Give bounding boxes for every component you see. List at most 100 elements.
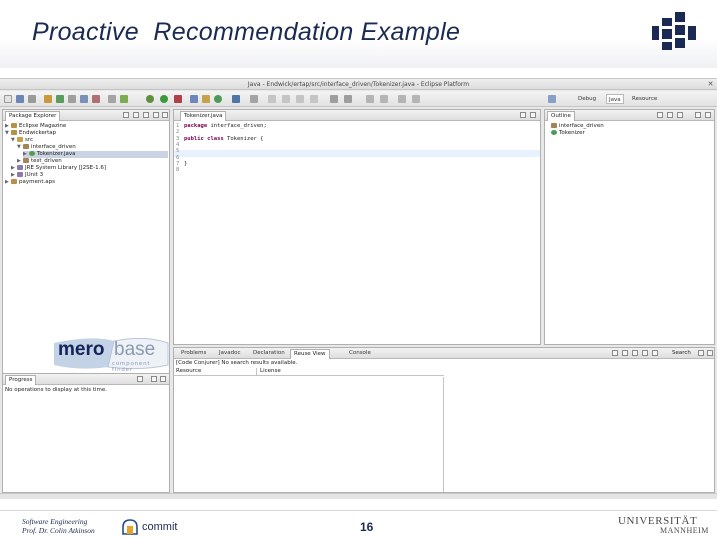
save-icon[interactable] — [16, 95, 24, 103]
tool-icon[interactable] — [642, 350, 648, 356]
code-line[interactable]: 5 — [176, 148, 184, 154]
tab-progress[interactable]: Progress — [5, 375, 37, 385]
hide-fields-icon[interactable] — [667, 112, 673, 118]
build-icon[interactable] — [44, 95, 52, 103]
main-toolbar: Debug Java Resource — [0, 91, 717, 107]
maximize-icon[interactable] — [162, 112, 168, 118]
tab-tokenizer-java[interactable]: Tokenizer.java — [180, 111, 227, 121]
tree-item[interactable]: ▶ test_driven — [17, 158, 62, 165]
tab-console[interactable]: Console — [346, 349, 374, 359]
results-table-body — [174, 377, 444, 492]
back-icon[interactable] — [330, 95, 338, 103]
tool-icon[interactable] — [92, 95, 100, 103]
bottom-tabbar: Problems Javadoc Declaration Reuse View … — [174, 348, 714, 359]
tab-package-explorer[interactable]: Package Explorer — [5, 111, 61, 121]
tool-icon[interactable] — [612, 350, 618, 356]
commit-logo: commit — [120, 517, 180, 537]
print-icon[interactable] — [28, 95, 36, 103]
tool-icon[interactable] — [310, 95, 318, 103]
column-resource[interactable]: Resource — [176, 368, 201, 374]
tool-icon[interactable] — [412, 95, 420, 103]
tool-icon[interactable] — [296, 95, 304, 103]
tree-item[interactable]: ▶ JRE System Library [J2SE-1.6] — [11, 165, 106, 172]
collapse-all-icon[interactable] — [123, 112, 129, 118]
maximize-icon[interactable] — [160, 376, 166, 382]
perspective-resource[interactable]: Resource — [630, 94, 659, 104]
link-editor-icon[interactable] — [133, 112, 139, 118]
refresh-icon[interactable] — [56, 95, 64, 103]
commit-logo-text: commit — [142, 521, 178, 533]
code-line[interactable]: 2 — [176, 129, 184, 135]
tab-outline[interactable]: Outline — [547, 111, 575, 121]
close-icon[interactable]: ✕ — [706, 80, 715, 88]
search-icon[interactable] — [250, 95, 258, 103]
tool-icon[interactable] — [380, 95, 388, 103]
minimize-icon[interactable] — [695, 112, 701, 118]
tab-javadoc[interactable]: Javadoc — [216, 349, 244, 359]
open-type-icon[interactable] — [232, 95, 240, 103]
tab-declaration[interactable]: Declaration — [250, 349, 288, 359]
column-license[interactable]: License — [260, 368, 281, 374]
code-line[interactable]: 3 public class Tokenizer { — [176, 136, 264, 142]
tool-icon[interactable] — [80, 95, 88, 103]
new-class-icon[interactable] — [214, 95, 222, 103]
eclipse-window: Java - Endwick/ertap/src/interface_drive… — [0, 78, 717, 499]
tree-item[interactable]: ▼ src — [11, 137, 33, 144]
tree-item[interactable]: ▶ Eclipse Magazine — [5, 123, 66, 130]
tree-item-selected[interactable]: ▶ Tokenizer.java — [23, 151, 168, 158]
tool-icon[interactable] — [268, 95, 276, 103]
view-menu-icon[interactable] — [143, 112, 149, 118]
tool-icon[interactable] — [366, 95, 374, 103]
tool-icon[interactable] — [108, 95, 116, 103]
open-perspective-icon[interactable] — [548, 95, 556, 103]
editor-tabbar: Tokenizer.java — [174, 110, 540, 121]
maximize-icon[interactable] — [707, 350, 713, 356]
status-bar — [0, 493, 717, 499]
outline-tabbar: Outline — [545, 110, 714, 121]
tree-item[interactable]: ▶ JUnit 3 — [11, 172, 43, 179]
remove-all-icon[interactable] — [137, 376, 143, 382]
tool-icon[interactable] — [652, 350, 658, 356]
minimize-icon[interactable] — [153, 112, 159, 118]
new-icon[interactable] — [4, 95, 12, 103]
minimize-icon[interactable] — [698, 350, 704, 356]
window-title: Java - Endwick/ertap/src/interface_drive… — [247, 81, 470, 88]
external-tools-icon[interactable] — [174, 95, 182, 103]
merobase-logo: mero base component finder — [52, 337, 170, 373]
code-line[interactable]: 1 package interface_driven; — [176, 123, 267, 129]
tree-item[interactable]: ▼ Endwickertap — [5, 130, 56, 137]
perspective-java[interactable]: Java — [606, 94, 624, 104]
tab-reuse-view[interactable]: Reuse View — [290, 349, 330, 359]
bottom-views-pane: Problems Javadoc Declaration Reuse View … — [173, 347, 715, 493]
outline-item[interactable]: interface_driven — [551, 123, 604, 130]
minimize-icon[interactable] — [520, 112, 526, 118]
maximize-icon[interactable] — [530, 112, 536, 118]
perspective-debug[interactable]: Debug — [576, 94, 598, 104]
new-package-icon[interactable] — [202, 95, 210, 103]
university-name-line-2: MANNHEIM — [660, 526, 709, 535]
tab-problems[interactable]: Problems — [178, 349, 209, 359]
run-icon[interactable] — [160, 95, 168, 103]
forward-icon[interactable] — [344, 95, 352, 103]
new-java-project-icon[interactable] — [190, 95, 198, 103]
tool-icon[interactable] — [68, 95, 76, 103]
maximize-icon[interactable] — [705, 112, 711, 118]
sort-icon[interactable] — [657, 112, 663, 118]
tree-item[interactable]: ▶ payment.aps — [5, 179, 55, 186]
hide-static-icon[interactable] — [677, 112, 683, 118]
tool-icon[interactable] — [622, 350, 628, 356]
outline-pane: Outline interface_driven Tokenizer — [544, 109, 715, 345]
search-button[interactable]: Search — [672, 350, 691, 356]
minimize-icon[interactable] — [151, 376, 157, 382]
package-explorer-tabbar: Package Explorer — [3, 110, 169, 121]
outline-item[interactable]: Tokenizer — [551, 130, 585, 137]
tree-item[interactable]: ▼ interface_driven — [17, 144, 76, 151]
tool-icon[interactable] — [120, 95, 128, 103]
tool-icon[interactable] — [398, 95, 406, 103]
tool-icon[interactable] — [282, 95, 290, 103]
debug-icon[interactable] — [146, 95, 154, 103]
code-line[interactable]: 8 — [176, 167, 184, 173]
progress-tabbar: Progress — [3, 374, 169, 385]
progress-message: No operations to display at this time. — [5, 387, 108, 393]
tool-icon[interactable] — [632, 350, 638, 356]
